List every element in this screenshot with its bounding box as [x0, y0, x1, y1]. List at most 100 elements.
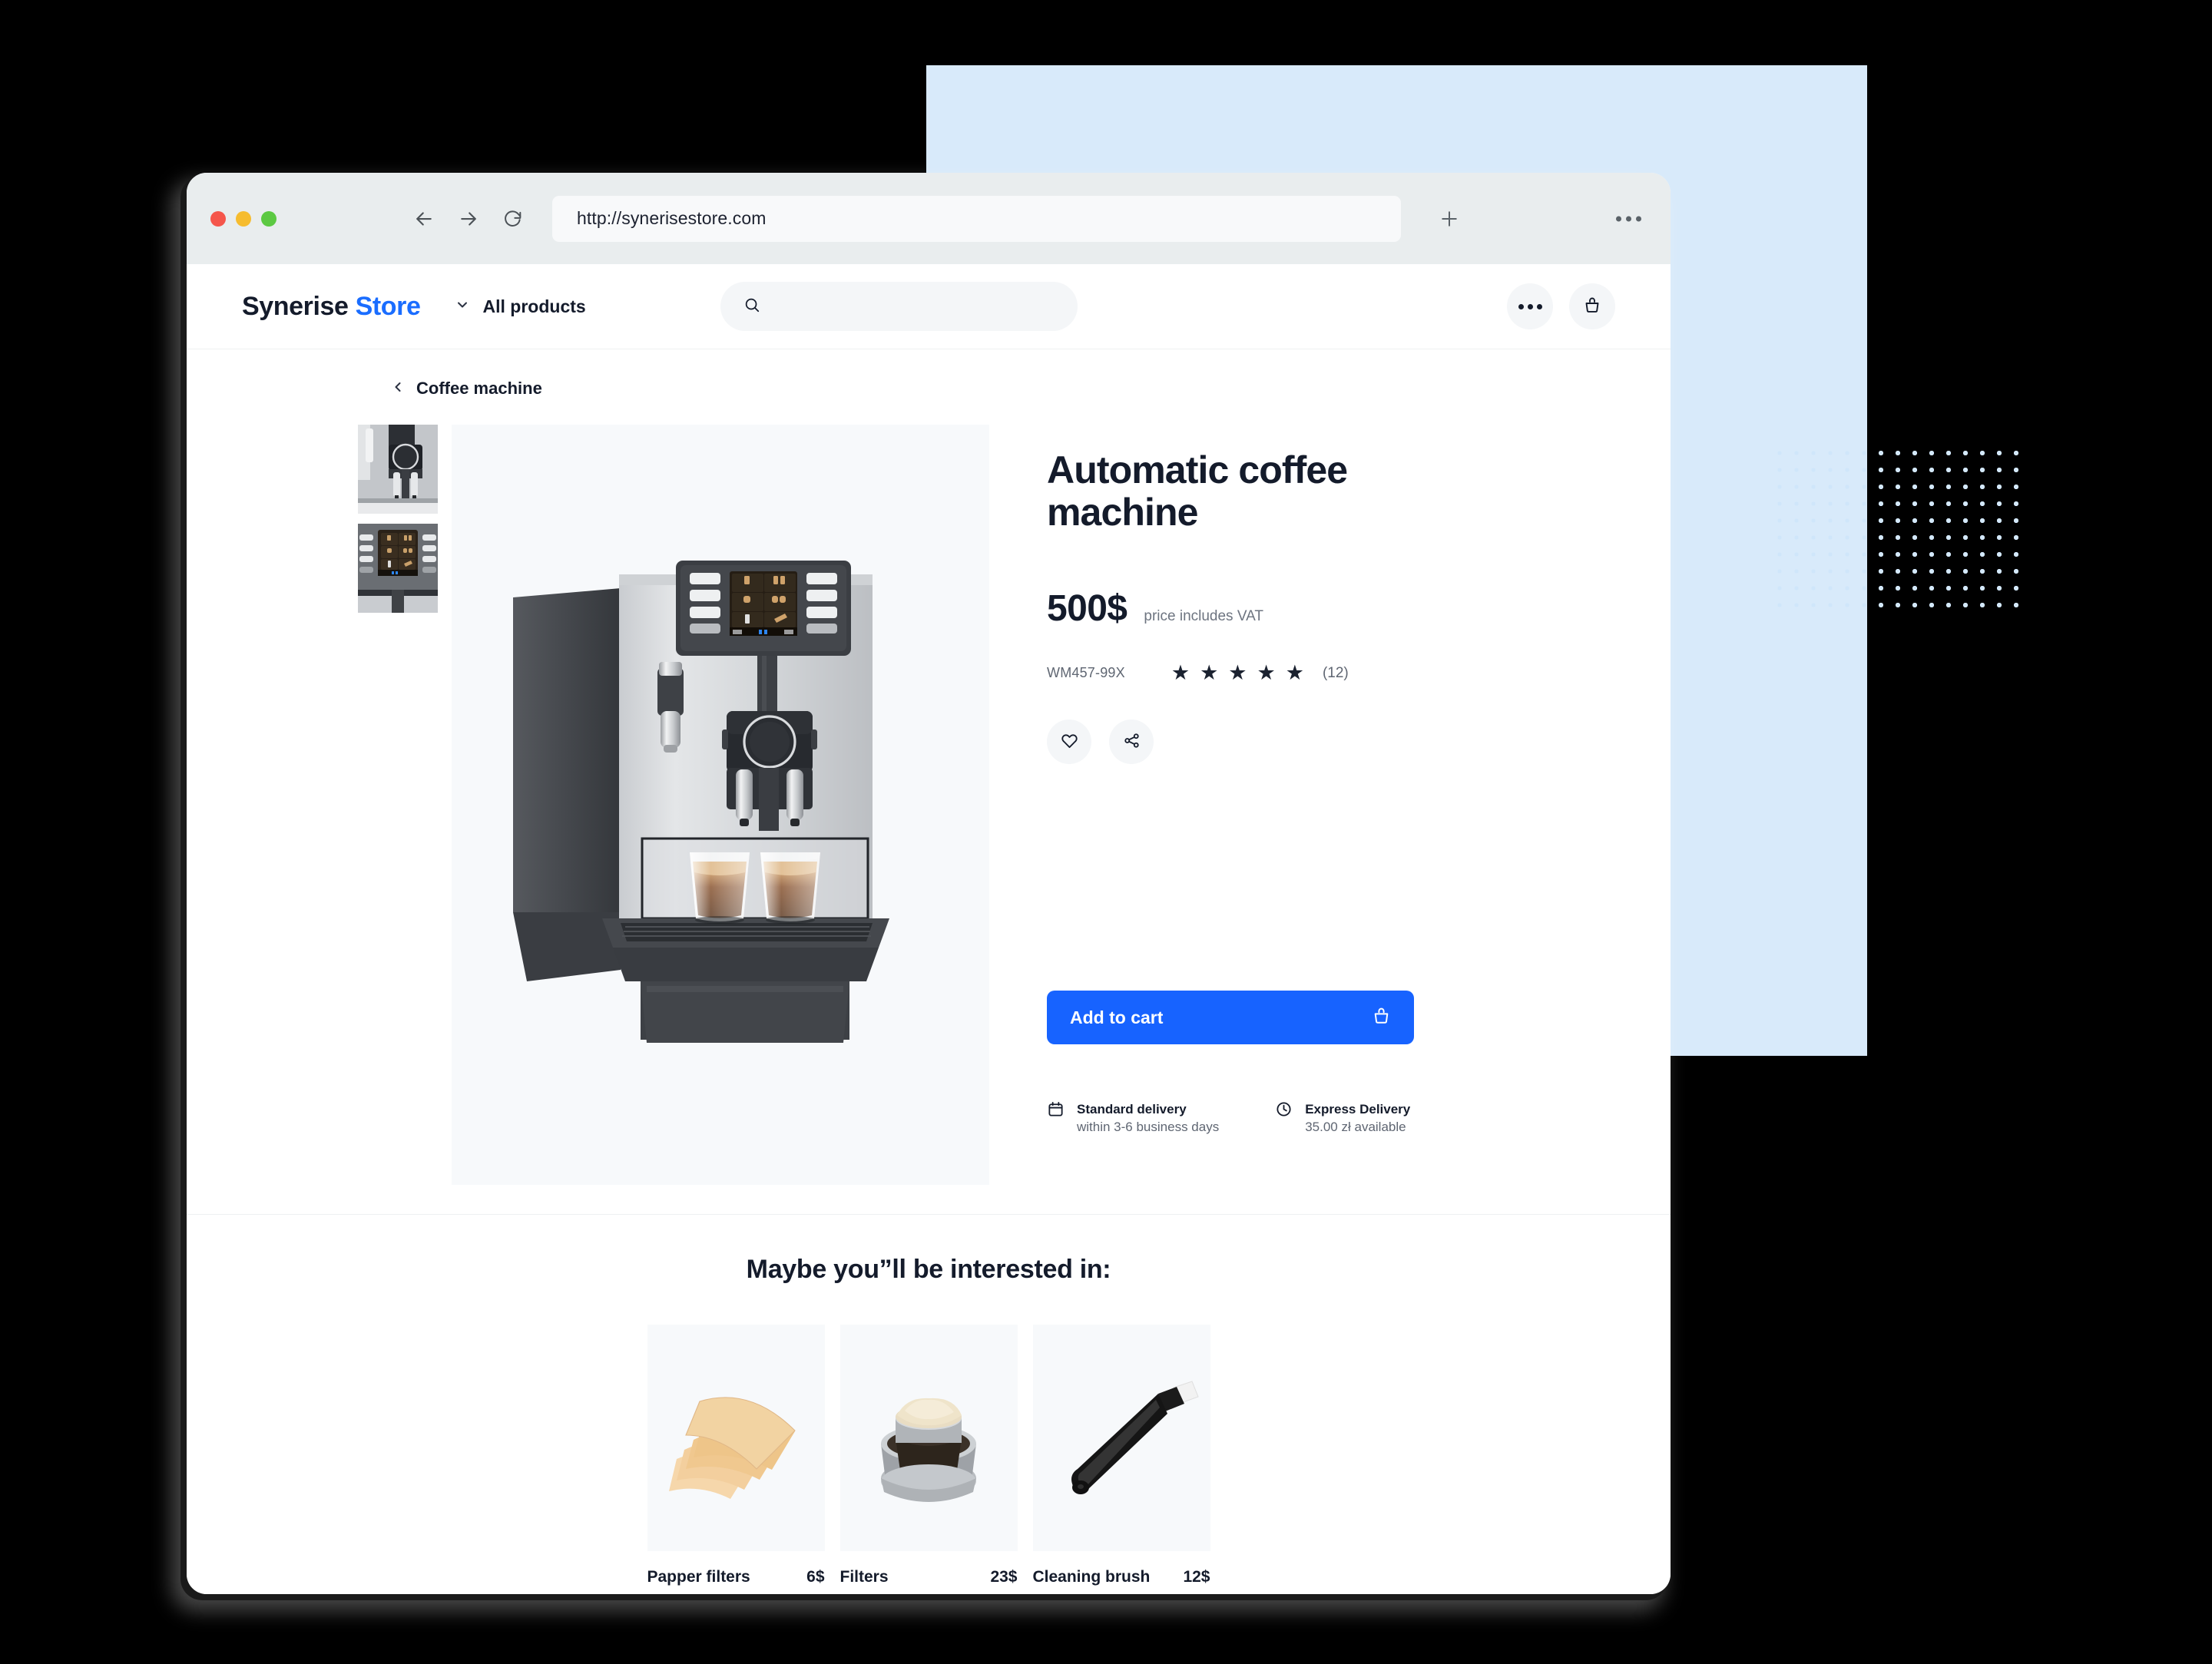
breadcrumb-label: Coffee machine [416, 379, 542, 398]
star-icon: ★ [1285, 661, 1304, 684]
chevron-left-icon[interactable] [390, 379, 406, 398]
maximize-window-button[interactable] [261, 210, 276, 227]
recommendations-title: Maybe you”ll be interested in: [746, 1255, 1111, 1284]
forward-icon[interactable] [455, 206, 482, 232]
search-icon [743, 296, 760, 317]
reload-icon[interactable] [500, 206, 526, 232]
price-note: price includes VAT [1144, 608, 1263, 624]
price-row: 500$ price includes VAT [1047, 587, 1477, 630]
thumbnail-control-panel-closeup[interactable] [358, 524, 438, 613]
dot [1626, 216, 1631, 221]
delivery-express-text: Express Delivery 35.00 zł available [1305, 1100, 1410, 1136]
search-input[interactable] [770, 297, 1055, 316]
delivery-standard: Standard delivery within 3-6 business da… [1047, 1100, 1219, 1136]
product-thumbnail-metal-filter[interactable] [839, 1325, 1018, 1551]
calendar-icon [1047, 1100, 1065, 1122]
star-icon: ★ [1200, 661, 1219, 684]
list-item[interactable]: Cleaning brush 12$ WM4AFF57-99X [1032, 1325, 1210, 1594]
product-name: Cleaning brush [1032, 1568, 1151, 1586]
delivery-standard-text: Standard delivery within 3-6 business da… [1077, 1100, 1219, 1136]
chevron-down-icon [455, 297, 470, 316]
product-name: Filters [839, 1568, 889, 1586]
all-products-label: All products [482, 296, 586, 316]
product-name: Papper filters [647, 1568, 750, 1586]
plus-icon[interactable] [1434, 203, 1465, 234]
product-info: Automatic coffee machine 500$ price incl… [1047, 425, 1477, 1185]
product-thumbnail-paper-filters[interactable] [647, 1325, 825, 1551]
minimize-window-button[interactable] [236, 210, 251, 227]
clock-icon [1275, 1100, 1293, 1122]
browser-navigation [411, 206, 526, 232]
delivery-express: Express Delivery 35.00 zł available [1275, 1100, 1410, 1136]
delivery-subtitle: within 3-6 business days [1077, 1120, 1220, 1135]
delivery-options: Standard delivery within 3-6 business da… [1047, 1100, 1477, 1136]
product-actions [1047, 720, 1477, 764]
back-icon[interactable] [411, 206, 437, 232]
product-price: 23$ [990, 1568, 1018, 1586]
ellipsis-icon[interactable] [1616, 216, 1641, 221]
all-products-dropdown[interactable]: All products [455, 296, 586, 317]
control-panel-closeup-image [358, 524, 438, 613]
more-options-button[interactable] [1507, 283, 1553, 329]
decorative-dot-pattern-right [1869, 442, 2023, 612]
product-thumbnail-cleaning-brush[interactable] [1032, 1325, 1210, 1551]
share-button[interactable] [1109, 720, 1154, 764]
recommendations-section: Maybe you”ll be interested in: Papper fi… [187, 1214, 1671, 1594]
product-main-image[interactable]: X6 [452, 425, 989, 1185]
dot [1527, 303, 1533, 309]
ellipsis-icon [1518, 303, 1542, 309]
browser-chrome: http://synerisestore.com [187, 173, 1671, 264]
basket-icon [1583, 296, 1601, 317]
dot [1536, 303, 1542, 309]
header-actions [1507, 283, 1615, 329]
store-header: Synerise Store All products [187, 264, 1671, 349]
dot [1636, 216, 1641, 221]
window-controls [210, 210, 276, 227]
page-content: Synerise Store All products Coffee machi… [187, 264, 1671, 1594]
product-area: X6 [187, 425, 1671, 1185]
delivery-title: Express Delivery [1305, 1102, 1411, 1117]
list-item[interactable]: Papper filters 6$ WM457-99233X [647, 1325, 825, 1594]
share-icon [1123, 732, 1141, 752]
product-info-row: Filters 23$ [840, 1568, 1018, 1586]
star-icon: ★ [1228, 661, 1247, 684]
wishlist-button[interactable] [1047, 720, 1091, 764]
delivery-title: Standard delivery [1077, 1102, 1187, 1117]
paper-filters-image [647, 1325, 825, 1551]
star-icon: ★ [1171, 661, 1190, 684]
sku-value: WM457-99X [1047, 665, 1125, 680]
product-info-row: Cleaning brush 12$ [1033, 1568, 1210, 1586]
dot [1518, 303, 1524, 309]
address-bar[interactable]: http://synerisestore.com [552, 195, 1401, 242]
recommendations-grid: Papper filters 6$ WM457-99233X [187, 1325, 1671, 1594]
brand-name: Synerise [242, 291, 349, 321]
browser-window: http://synerisestore.com Synerise Store … [187, 173, 1671, 1594]
basket-icon [1372, 1007, 1391, 1028]
brand-accent: Store [355, 291, 421, 321]
brand-logo[interactable]: Synerise Store [242, 292, 421, 322]
dot [1616, 216, 1621, 221]
url-text: http://synerisestore.com [577, 208, 767, 228]
rating-count: (12) [1322, 664, 1349, 681]
price-value: 500$ [1047, 588, 1128, 629]
breadcrumb[interactable]: Coffee machine [187, 349, 1671, 425]
search-box[interactable] [720, 282, 1078, 331]
decorative-dot-pattern-left [1768, 442, 1882, 612]
delivery-subtitle: 35.00 zł available [1305, 1120, 1406, 1135]
add-to-cart-button[interactable]: Add to cart [1047, 991, 1414, 1044]
heart-icon [1061, 732, 1078, 752]
rating[interactable]: ★ ★ ★ ★ ★ (12) [1171, 663, 1349, 683]
thumbnail-coffee-dispenser-closeup[interactable] [358, 425, 438, 514]
metal-filter-image [839, 1325, 1018, 1551]
cleaning-brush-image [1032, 1325, 1210, 1551]
thumbnail-gallery [358, 425, 438, 1185]
product-meta: WM457-99X ★ ★ ★ ★ ★ (12) [1047, 663, 1477, 683]
list-item[interactable]: Filters 23$ WM4534F7-9HYY9X [839, 1325, 1018, 1594]
star-icon: ★ [1257, 661, 1276, 684]
close-window-button[interactable] [210, 210, 226, 227]
cart-button[interactable] [1569, 283, 1615, 329]
coffee-dispenser-closeup-image [358, 425, 438, 514]
page-title: Automatic coffee machine [1047, 448, 1348, 534]
product-price: 6$ [806, 1568, 825, 1586]
product-info-row: Papper filters 6$ [647, 1568, 825, 1586]
